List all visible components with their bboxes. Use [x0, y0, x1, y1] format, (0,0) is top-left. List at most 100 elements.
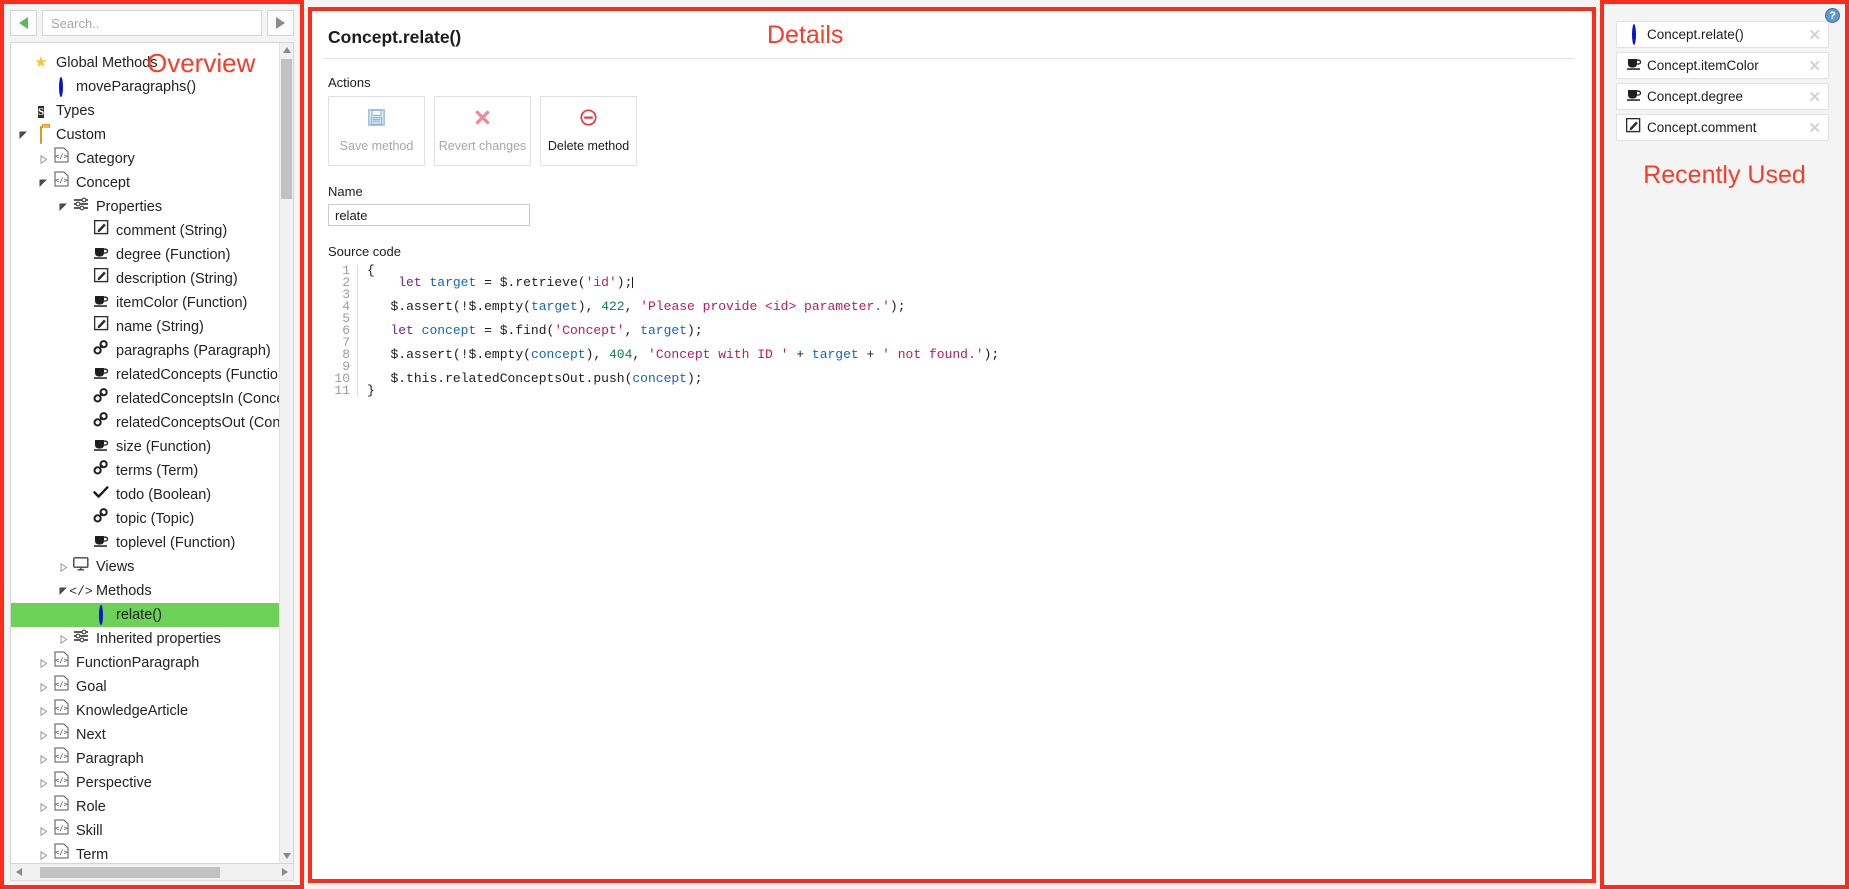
tree-item-relate[interactable]: relate() [11, 603, 279, 627]
recent-item[interactable]: Concept.degree ✕ [1616, 83, 1829, 110]
tree-item-views[interactable]: Views [11, 555, 279, 579]
tree-item-methods[interactable]: </> Methods [11, 579, 279, 603]
recent-item[interactable]: Concept.itemColor ✕ [1616, 52, 1829, 79]
close-icon[interactable]: ✕ [1805, 26, 1824, 44]
string-icon [93, 315, 109, 339]
tree-item-inherited-properties[interactable]: Inherited properties [11, 627, 279, 651]
tree-item-types[interactable]: S Types [11, 99, 279, 123]
recent-item[interactable]: Concept.comment ✕ [1616, 114, 1829, 141]
tree-item-relatedconcepts-function[interactable]: relatedConcepts (Function) [11, 363, 279, 387]
details-content: Concept.relate() Actions Save method Reve… [312, 11, 1592, 397]
tree-item-todo-boolean[interactable]: todo (Boolean) [11, 483, 279, 507]
tree-horizontal-scrollbar[interactable] [10, 864, 294, 881]
twisty-closed-icon[interactable] [35, 706, 51, 716]
svg-text:</>: </> [55, 705, 68, 713]
code-line: $.assert(!$.empty(target), 422, 'Please … [390, 299, 906, 314]
scroll-up-button[interactable] [280, 43, 293, 57]
tree-item-label: Types [56, 103, 95, 119]
close-icon[interactable]: ✕ [1805, 119, 1824, 137]
tree-item-terms-term[interactable]: terms (Term) [11, 459, 279, 483]
twisty-open-icon[interactable] [15, 131, 31, 140]
close-icon[interactable]: ✕ [1805, 57, 1824, 75]
tree-item-goal[interactable]: </> Goal [11, 675, 279, 699]
horizontal-scroll-track[interactable] [27, 866, 277, 878]
tree-item-relatedconceptsout-concept[interactable]: relatedConceptsOut (Concept) [11, 411, 279, 435]
tree-item-term[interactable]: </> Term [11, 843, 279, 863]
method-icon [99, 603, 103, 627]
tree-item-category[interactable]: </> Category [11, 147, 279, 171]
tree-item-label: Paragraph [76, 751, 144, 767]
close-icon[interactable]: ✕ [1805, 88, 1824, 106]
tree-item-itemcolor-function[interactable]: itemColor (Function) [11, 291, 279, 315]
save-method-button[interactable]: Save method [328, 96, 425, 166]
tree-item-label: terms (Term) [116, 463, 199, 479]
tree-item-next[interactable]: </> Next [11, 723, 279, 747]
twisty-closed-icon[interactable] [35, 658, 51, 668]
action-icon [580, 109, 597, 129]
twisty-closed-icon[interactable] [55, 634, 71, 644]
nav-back-button[interactable] [10, 10, 37, 36]
twisty-open-icon[interactable] [35, 179, 51, 188]
details-panel: Concept.relate() Actions Save method Reve… [308, 7, 1596, 883]
vertical-scroll-thumb[interactable] [281, 59, 292, 199]
action-label: Delete method [547, 139, 630, 153]
save-icon [368, 109, 385, 130]
revert-changes-button[interactable]: Revert changes [434, 96, 531, 166]
search-input[interactable] [42, 10, 262, 36]
scroll-right-button[interactable] [277, 868, 293, 876]
code-text[interactable]: { let target = $.retrieve('id'); $.asser… [358, 264, 999, 397]
tree-vertical-scrollbar[interactable] [279, 43, 293, 863]
svg-text:</>: </> [55, 657, 68, 665]
type-icon: </> [54, 147, 69, 171]
tree-item-role[interactable]: </> Role [11, 795, 279, 819]
tree-item-toplevel-function[interactable]: toplevel (Function) [11, 531, 279, 555]
twisty-closed-icon[interactable] [35, 154, 51, 164]
nav-forward-button[interactable] [267, 10, 294, 36]
delete-method-button[interactable]: Delete method [540, 96, 637, 166]
tree-item-label: Next [76, 727, 106, 743]
tree-item-degree-function[interactable]: degree (Function) [11, 243, 279, 267]
name-input[interactable] [328, 204, 530, 226]
tree-item-global-methods[interactable]: ★ Global Methods [11, 51, 279, 75]
twisty-closed-icon[interactable] [35, 802, 51, 812]
tree-item-functionparagraph[interactable]: </> FunctionParagraph [11, 651, 279, 675]
tree-item-paragraphs-paragraph[interactable]: paragraphs (Paragraph) [11, 339, 279, 363]
tree-item-relatedconceptsin-concept[interactable]: relatedConceptsIn (Concept) [11, 387, 279, 411]
twisty-closed-icon[interactable] [35, 826, 51, 836]
tree-item-paragraph[interactable]: </> Paragraph [11, 747, 279, 771]
tree-item-perspective[interactable]: </> Perspective [11, 771, 279, 795]
twisty-closed-icon[interactable] [35, 850, 51, 860]
caret-down-icon [283, 853, 291, 859]
tree-item-properties[interactable]: Properties [11, 195, 279, 219]
tree-item-knowledgearticle[interactable]: </> KnowledgeArticle [11, 699, 279, 723]
twisty-open-icon[interactable] [55, 203, 71, 212]
recent-item-icon [1624, 87, 1643, 106]
tree-item-size-function[interactable]: size (Function) [11, 435, 279, 459]
scroll-left-button[interactable] [11, 868, 27, 876]
svg-text:</>: </> [55, 777, 68, 785]
twisty-closed-icon[interactable] [55, 562, 71, 572]
tree-item-name-string[interactable]: name (String) [11, 315, 279, 339]
tree-item-label: description (String) [116, 271, 238, 287]
source-code-editor[interactable]: 1 2 3 4 5 6 7 8 9 10 11 { let target = $.retrieve(… [328, 264, 1574, 397]
tree-item-label: relatedConceptsIn (Concept) [116, 391, 279, 407]
tree-item-moveparagraphs[interactable]: moveParagraphs() [11, 75, 279, 99]
twisty-closed-icon[interactable] [35, 778, 51, 788]
scroll-down-button[interactable] [280, 849, 293, 863]
twisty-closed-icon[interactable] [35, 682, 51, 692]
tree-item-label: moveParagraphs() [76, 79, 197, 95]
twisty-closed-icon[interactable] [35, 730, 51, 740]
help-icon[interactable]: ? [1825, 8, 1840, 23]
recent-item[interactable]: Concept.relate() ✕ [1616, 21, 1829, 48]
methods-icon: </> [69, 583, 93, 599]
recently-used-annotation-label: Recently Used [1643, 161, 1806, 189]
tree-item-description-string[interactable]: description (String) [11, 267, 279, 291]
link-icon [93, 411, 109, 435]
horizontal-scroll-thumb[interactable] [39, 866, 220, 878]
tree-item-topic-topic[interactable]: topic (Topic) [11, 507, 279, 531]
twisty-closed-icon[interactable] [35, 754, 51, 764]
tree-item-comment-string[interactable]: comment (String) [11, 219, 279, 243]
tree-item-concept[interactable]: </> Concept [11, 171, 279, 195]
tree-item-skill[interactable]: </> Skill [11, 819, 279, 843]
tree-item-custom[interactable]: Custom [11, 123, 279, 147]
